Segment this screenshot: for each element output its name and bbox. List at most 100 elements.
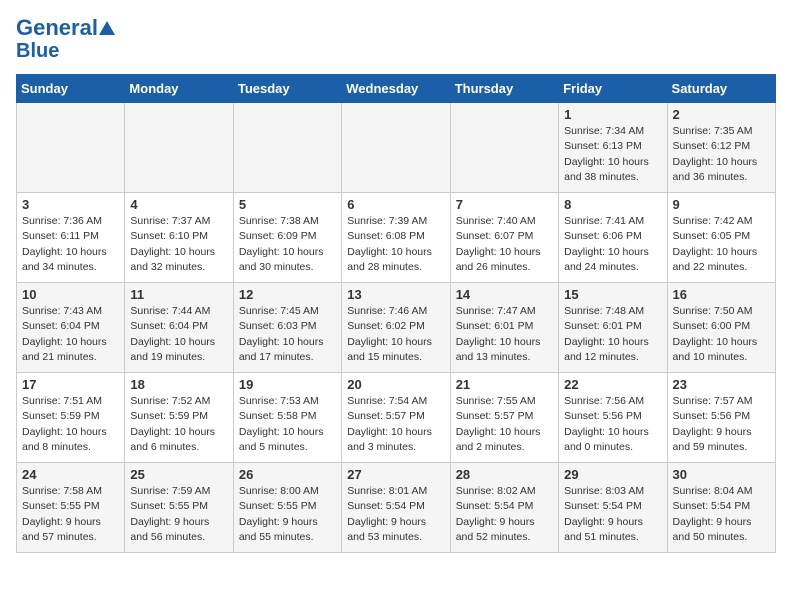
calendar-cell-w4-d0: 24 Sunrise: 7:58 AM Sunset: 5:55 PM Dayli…: [17, 463, 125, 553]
calendar-cell-w2-d0: 10 Sunrise: 7:43 AM Sunset: 6:04 PM Dayli…: [17, 283, 125, 373]
day-number: 30: [673, 467, 770, 482]
day-info: Sunrise: 7:44 AM Sunset: 6:04 PM Dayligh…: [130, 304, 227, 365]
day-number: 25: [130, 467, 227, 482]
day-number: 16: [673, 287, 770, 302]
day-info: Sunrise: 7:59 AM Sunset: 5:55 PM Dayligh…: [130, 484, 227, 545]
day-info: Sunrise: 8:00 AM Sunset: 5:55 PM Dayligh…: [239, 484, 336, 545]
day-info: Sunrise: 7:50 AM Sunset: 6:00 PM Dayligh…: [673, 304, 770, 365]
day-info: Sunrise: 8:04 AM Sunset: 5:54 PM Dayligh…: [673, 484, 770, 545]
day-number: 21: [456, 377, 553, 392]
calendar-cell-w2-d5: 15 Sunrise: 7:48 AM Sunset: 6:01 PM Dayli…: [559, 283, 667, 373]
day-info: Sunrise: 7:42 AM Sunset: 6:05 PM Dayligh…: [673, 214, 770, 275]
calendar-cell-w4-d5: 29 Sunrise: 8:03 AM Sunset: 5:54 PM Dayli…: [559, 463, 667, 553]
day-info: Sunrise: 7:45 AM Sunset: 6:03 PM Dayligh…: [239, 304, 336, 365]
calendar-cell-w4-d2: 26 Sunrise: 8:00 AM Sunset: 5:55 PM Dayli…: [233, 463, 341, 553]
calendar-cell-w3-d6: 23 Sunrise: 7:57 AM Sunset: 5:56 PM Dayli…: [667, 373, 775, 463]
day-number: 26: [239, 467, 336, 482]
day-info: Sunrise: 7:48 AM Sunset: 6:01 PM Dayligh…: [564, 304, 661, 365]
calendar-cell-w3-d2: 19Sunrise: 7:53 AM Sunset: 5:58 PM Dayli…: [233, 373, 341, 463]
day-info: Sunrise: 7:47 AM Sunset: 6:01 PM Dayligh…: [456, 304, 553, 365]
day-info: Sunrise: 7:55 AM Sunset: 5:57 PM Dayligh…: [456, 394, 553, 455]
calendar-cell-w4-d4: 28 Sunrise: 8:02 AM Sunset: 5:54 PM Dayli…: [450, 463, 558, 553]
day-info: Sunrise: 7:57 AM Sunset: 5:56 PM Dayligh…: [673, 394, 770, 455]
day-info: Sunrise: 7:36 AM Sunset: 6:11 PM Dayligh…: [22, 214, 119, 275]
day-number: 9: [673, 197, 770, 212]
calendar-cell-w0-d2: [233, 103, 341, 193]
day-number: 15: [564, 287, 661, 302]
calendar-cell-w1-d5: 8Sunrise: 7:41 AM Sunset: 6:06 PM Daylig…: [559, 193, 667, 283]
day-info: Sunrise: 8:02 AM Sunset: 5:54 PM Dayligh…: [456, 484, 553, 545]
calendar-cell-w3-d3: 20 Sunrise: 7:54 AM Sunset: 5:57 PM Dayli…: [342, 373, 450, 463]
calendar-cell-w0-d1: [125, 103, 233, 193]
day-number: 20: [347, 377, 444, 392]
day-info: Sunrise: 8:01 AM Sunset: 5:54 PM Dayligh…: [347, 484, 444, 545]
calendar-cell-w2-d6: 16 Sunrise: 7:50 AM Sunset: 6:00 PM Dayli…: [667, 283, 775, 373]
col-header-thursday: Thursday: [450, 75, 558, 103]
day-info: Sunrise: 7:54 AM Sunset: 5:57 PM Dayligh…: [347, 394, 444, 455]
day-number: 4: [130, 197, 227, 212]
logo-icon: [98, 19, 116, 37]
day-info: Sunrise: 7:34 AM Sunset: 6:13 PM Dayligh…: [564, 124, 661, 185]
calendar-cell-w2-d1: 11 Sunrise: 7:44 AM Sunset: 6:04 PM Dayli…: [125, 283, 233, 373]
day-number: 12: [239, 287, 336, 302]
day-info: Sunrise: 7:40 AM Sunset: 6:07 PM Dayligh…: [456, 214, 553, 275]
col-header-monday: Monday: [125, 75, 233, 103]
calendar-cell-w0-d3: [342, 103, 450, 193]
day-info: Sunrise: 7:41 AM Sunset: 6:06 PM Dayligh…: [564, 214, 661, 275]
calendar-cell-w3-d0: 17 Sunrise: 7:51 AM Sunset: 5:59 PM Dayli…: [17, 373, 125, 463]
day-number: 28: [456, 467, 553, 482]
day-info: Sunrise: 7:51 AM Sunset: 5:59 PM Dayligh…: [22, 394, 119, 455]
calendar-table: SundayMondayTuesdayWednesdayThursdayFrid…: [16, 74, 776, 553]
col-header-wednesday: Wednesday: [342, 75, 450, 103]
day-number: 27: [347, 467, 444, 482]
calendar-cell-w3-d4: 21 Sunrise: 7:55 AM Sunset: 5:57 PM Dayli…: [450, 373, 558, 463]
page-header: General Blue: [16, 16, 776, 62]
day-info: Sunrise: 7:35 AM Sunset: 6:12 PM Dayligh…: [673, 124, 770, 185]
calendar-cell-w0-d6: 2 Sunrise: 7:35 AM Sunset: 6:12 PM Daylig…: [667, 103, 775, 193]
day-number: 23: [673, 377, 770, 392]
day-number: 17: [22, 377, 119, 392]
day-info: Sunrise: 7:53 AM Sunset: 5:58 PM Dayligh…: [239, 394, 336, 455]
calendar-cell-w3-d5: 22Sunrise: 7:56 AM Sunset: 5:56 PM Dayli…: [559, 373, 667, 463]
day-number: 1: [564, 107, 661, 122]
col-header-tuesday: Tuesday: [233, 75, 341, 103]
calendar-cell-w1-d0: 3 Sunrise: 7:36 AM Sunset: 6:11 PM Daylig…: [17, 193, 125, 283]
calendar-cell-w1-d3: 6 Sunrise: 7:39 AM Sunset: 6:08 PM Daylig…: [342, 193, 450, 283]
calendar-cell-w0-d4: [450, 103, 558, 193]
day-info: Sunrise: 7:52 AM Sunset: 5:59 PM Dayligh…: [130, 394, 227, 455]
day-info: Sunrise: 7:46 AM Sunset: 6:02 PM Dayligh…: [347, 304, 444, 365]
logo: General Blue: [16, 16, 116, 62]
calendar-cell-w4-d3: 27 Sunrise: 8:01 AM Sunset: 5:54 PM Dayli…: [342, 463, 450, 553]
day-number: 24: [22, 467, 119, 482]
calendar-cell-w0-d0: [17, 103, 125, 193]
day-number: 6: [347, 197, 444, 212]
day-number: 13: [347, 287, 444, 302]
calendar-cell-w1-d2: 5 Sunrise: 7:38 AM Sunset: 6:09 PM Daylig…: [233, 193, 341, 283]
calendar-cell-w1-d4: 7 Sunrise: 7:40 AM Sunset: 6:07 PM Daylig…: [450, 193, 558, 283]
day-info: Sunrise: 7:38 AM Sunset: 6:09 PM Dayligh…: [239, 214, 336, 275]
calendar-cell-w2-d4: 14 Sunrise: 7:47 AM Sunset: 6:01 PM Dayli…: [450, 283, 558, 373]
day-number: 10: [22, 287, 119, 302]
calendar-cell-w2-d3: 13 Sunrise: 7:46 AM Sunset: 6:02 PM Dayli…: [342, 283, 450, 373]
day-info: Sunrise: 7:37 AM Sunset: 6:10 PM Dayligh…: [130, 214, 227, 275]
logo-general: General: [16, 16, 98, 40]
day-number: 29: [564, 467, 661, 482]
col-header-friday: Friday: [559, 75, 667, 103]
day-info: Sunrise: 7:43 AM Sunset: 6:04 PM Dayligh…: [22, 304, 119, 365]
day-number: 18: [130, 377, 227, 392]
day-number: 14: [456, 287, 553, 302]
day-info: Sunrise: 7:58 AM Sunset: 5:55 PM Dayligh…: [22, 484, 119, 545]
day-number: 3: [22, 197, 119, 212]
day-number: 5: [239, 197, 336, 212]
day-info: Sunrise: 8:03 AM Sunset: 5:54 PM Dayligh…: [564, 484, 661, 545]
calendar-cell-w4-d1: 25 Sunrise: 7:59 AM Sunset: 5:55 PM Dayli…: [125, 463, 233, 553]
day-info: Sunrise: 7:39 AM Sunset: 6:08 PM Dayligh…: [347, 214, 444, 275]
day-number: 7: [456, 197, 553, 212]
day-number: 2: [673, 107, 770, 122]
calendar-cell-w2-d2: 12 Sunrise: 7:45 AM Sunset: 6:03 PM Dayli…: [233, 283, 341, 373]
day-number: 11: [130, 287, 227, 302]
day-number: 22: [564, 377, 661, 392]
calendar-cell-w1-d6: 9 Sunrise: 7:42 AM Sunset: 6:05 PM Daylig…: [667, 193, 775, 283]
col-header-saturday: Saturday: [667, 75, 775, 103]
calendar-cell-w0-d5: 1 Sunrise: 7:34 AM Sunset: 6:13 PM Daylig…: [559, 103, 667, 193]
